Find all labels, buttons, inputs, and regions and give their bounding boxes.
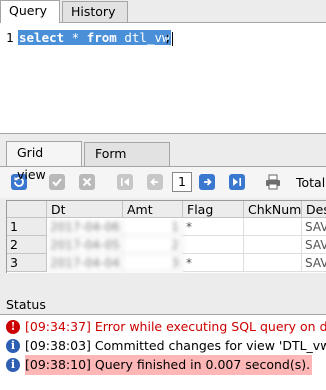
- page-number-input[interactable]: 1: [172, 172, 192, 192]
- print-icon[interactable]: [264, 173, 282, 191]
- cell-des[interactable]: SAV: [302, 218, 326, 236]
- cell-des[interactable]: SAV: [302, 254, 326, 272]
- tab-grid-view-label: Grid view: [17, 145, 46, 182]
- semicolon: ;: [164, 30, 172, 45]
- cell-chknum[interactable]: [244, 254, 302, 272]
- cell-flag[interactable]: [183, 236, 244, 254]
- column-header-dt[interactable]: Dt: [47, 201, 123, 218]
- cell-dt[interactable]: 2017-04-05: [47, 236, 123, 254]
- status-message-error[interactable]: ! [09:34:37] Error while executing SQL q…: [0, 317, 326, 337]
- keyword-select: select: [19, 30, 65, 45]
- row-number[interactable]: 3: [7, 254, 47, 272]
- sql-code: select * from dtl_vw: [18, 30, 171, 45]
- keyword-from: from: [86, 30, 117, 45]
- column-header-amt[interactable]: Amt: [123, 201, 183, 218]
- info-icon: i: [6, 358, 20, 372]
- confirm-icon[interactable]: [48, 173, 66, 191]
- status-text: [09:34:37] Error while executing SQL que…: [25, 317, 326, 337]
- tab-grid-view[interactable]: Grid view: [6, 141, 82, 182]
- cell-chknum[interactable]: [244, 236, 302, 254]
- cell-amt[interactable]: 3: [123, 254, 183, 272]
- cell-des[interactable]: SAV: [302, 236, 326, 254]
- code-star: *: [64, 30, 87, 45]
- column-header-chknum[interactable]: ChkNum: [244, 201, 302, 218]
- status-text: [09:38:03] Committed changes for view 'D…: [25, 336, 326, 356]
- column-header-flag[interactable]: Flag: [183, 201, 244, 218]
- status-message: Committed changes for view 'DTL_vw: [94, 338, 326, 353]
- info-icon: i: [6, 339, 20, 353]
- status-message-info[interactable]: i [09:38:10] Query finished in 0.007 sec…: [0, 355, 326, 375]
- status-message-info[interactable]: i [09:38:03] Committed changes for view …: [0, 336, 326, 356]
- code-table: dtl_vw: [116, 30, 170, 45]
- tab-history-label: History: [71, 4, 116, 19]
- tab-query[interactable]: Query: [0, 0, 60, 23]
- text-cursor: [171, 31, 173, 46]
- column-header-des[interactable]: Des: [302, 201, 326, 218]
- next-page-icon[interactable]: [198, 173, 216, 191]
- status-label: Status: [6, 297, 46, 312]
- tab-query-label: Query: [9, 3, 47, 18]
- total-label: Total: [296, 175, 326, 190]
- cell-dt[interactable]: 2017-04-06: [47, 218, 123, 236]
- row-number[interactable]: 1: [7, 218, 47, 236]
- tab-history[interactable]: History: [62, 1, 128, 23]
- status-time: [09:38:10]: [25, 357, 91, 372]
- status-time: [09:34:37]: [25, 319, 91, 334]
- cell-dt[interactable]: 2017-04-04: [47, 254, 123, 272]
- previous-page-icon[interactable]: [146, 173, 164, 191]
- cancel-icon[interactable]: [78, 173, 96, 191]
- cell-flag[interactable]: *: [183, 218, 244, 236]
- error-icon: !: [6, 320, 20, 334]
- code-semicolon: ;: [164, 30, 173, 46]
- status-message: Error while executing SQL query on d: [94, 319, 326, 334]
- row-number[interactable]: 2: [7, 236, 47, 254]
- status-text-highlighted: [09:38:10] Query finished in 0.007 secon…: [25, 355, 313, 375]
- last-page-icon[interactable]: [228, 173, 246, 191]
- sql-editor[interactable]: 1 select * from dtl_vw ;: [0, 22, 326, 134]
- status-panel[interactable]: ! [09:34:37] Error while executing SQL q…: [0, 314, 326, 390]
- cell-flag[interactable]: *: [183, 254, 244, 272]
- line-number: 1: [6, 30, 14, 45]
- cell-amt[interactable]: 1: [123, 218, 183, 236]
- corner-cell[interactable]: [7, 201, 47, 218]
- tab-form-view[interactable]: Form view: [84, 142, 170, 183]
- cell-chknum[interactable]: [244, 218, 302, 236]
- grid-toolbar: 1 Total: [0, 166, 326, 198]
- first-page-icon[interactable]: [116, 173, 134, 191]
- status-time: [09:38:03]: [25, 338, 91, 353]
- cell-amt[interactable]: 2: [123, 236, 183, 254]
- status-message: Query finished in 0.007 second(s).: [94, 357, 311, 372]
- results-grid[interactable]: Dt Amt Flag ChkNum Des 1 2017-04-06 1 * …: [6, 200, 326, 273]
